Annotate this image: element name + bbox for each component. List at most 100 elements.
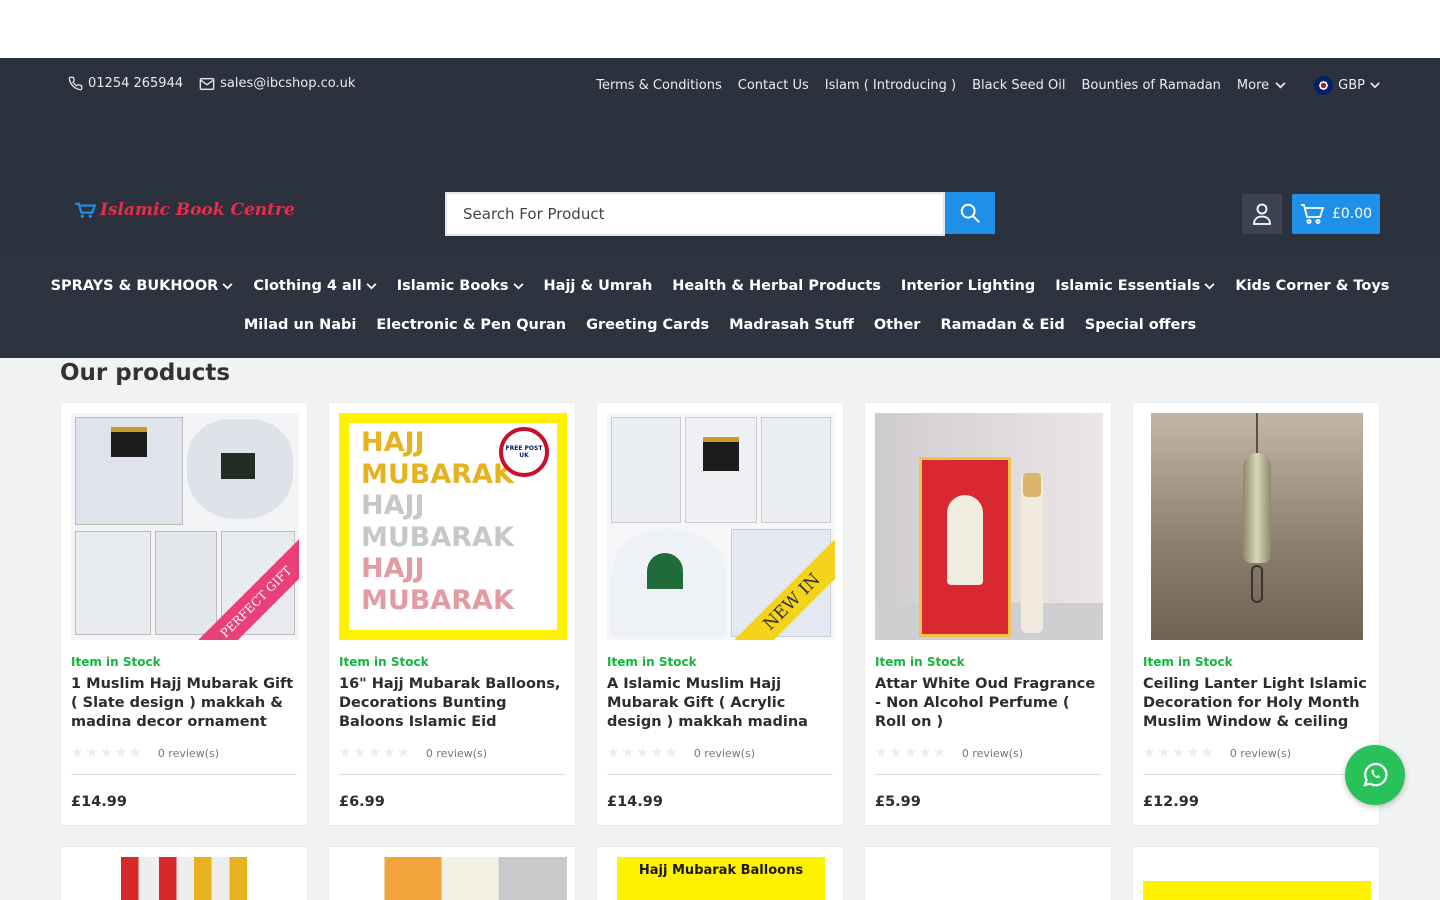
- whatsapp-icon: [1363, 762, 1388, 787]
- product-image[interactable]: PERFECT GIFT: [71, 413, 299, 640]
- balloon-text: HAJJ: [361, 427, 425, 458]
- search-input[interactable]: [445, 192, 945, 236]
- product-card[interactable]: [328, 846, 576, 900]
- product-name[interactable]: 16" Hajj Mubarak Balloons, Decorations B…: [339, 675, 565, 732]
- product-card[interactable]: [864, 846, 1112, 900]
- product-card[interactable]: PERFECT GIFT Item in Stock 1 Muslim Hajj…: [60, 402, 308, 826]
- star-icon: ★: [933, 745, 946, 761]
- star-icon: ★: [353, 745, 367, 761]
- star-icon: ★: [650, 745, 664, 761]
- more-menu-button[interactable]: More: [1237, 78, 1286, 93]
- rating: ★ ★ ★ ★ ★ 0 review(s): [607, 745, 833, 761]
- review-count[interactable]: 0 review(s): [426, 747, 487, 760]
- chevron-down-icon: [1204, 282, 1215, 289]
- product-name[interactable]: A Islamic Muslim Hajj Mubarak Gift ( Acr…: [607, 675, 833, 732]
- product-card[interactable]: Item in Stock Ceiling Lanter Light Islam…: [1132, 402, 1380, 826]
- product-price: £12.99: [1143, 794, 1199, 810]
- product-card[interactable]: Item in Stock Attar White Oud Fragrance …: [864, 402, 1112, 826]
- nav-item-clothing-4-all[interactable]: Clothing 4 all: [253, 278, 377, 294]
- nav-item-label: Ramadan & Eid: [940, 317, 1065, 333]
- nav-item-health-herbal-products[interactable]: Health & Herbal Products: [672, 278, 881, 294]
- nav-item-madrasah-stuff[interactable]: Madrasah Stuff: [729, 317, 854, 333]
- stock-status: Item in Stock: [1143, 655, 1233, 669]
- nav-row-1: SPRAYS & BUKHOOR Clothing 4 all Islamic Bo…: [0, 256, 1440, 294]
- review-count[interactable]: 0 review(s): [158, 747, 219, 760]
- nav-item-islamic-books[interactable]: Islamic Books: [397, 278, 524, 294]
- email-link[interactable]: sales@ibcshop.co.uk: [199, 76, 355, 91]
- section-title: Our products: [60, 360, 231, 386]
- contact-us-link[interactable]: Contact Us: [738, 78, 809, 93]
- product-image[interactable]: [339, 857, 567, 900]
- product-name[interactable]: 1 Muslim Hajj Mubarak Gift ( Slate desig…: [71, 675, 297, 732]
- nav-item-electronic-pen-quran[interactable]: Electronic & Pen Quran: [376, 317, 566, 333]
- nav-item-sprays-bukhoor[interactable]: SPRAYS & BUKHOOR: [51, 278, 234, 294]
- currency-selector[interactable]: GBP: [1314, 76, 1380, 95]
- cart-button[interactable]: £0.00: [1292, 194, 1380, 234]
- black-seed-oil-link[interactable]: Black Seed Oil: [972, 78, 1065, 93]
- product-card[interactable]: HAJJ MUBARAK HAJJ MUBARAK HAJJ MUBARAK F…: [328, 402, 576, 826]
- cart-icon: [1300, 204, 1324, 224]
- nav-item-label: Greeting Cards: [586, 317, 710, 333]
- product-image[interactable]: [1143, 881, 1371, 900]
- product-image[interactable]: Hajj Mubarak Balloons: [617, 857, 825, 900]
- nav-item-special-offers[interactable]: Special offers: [1085, 317, 1196, 333]
- nav-item-milad-un-nabi[interactable]: Milad un Nabi: [244, 317, 357, 333]
- product-price: £14.99: [71, 794, 127, 810]
- nav-item-interior-lighting[interactable]: Interior Lighting: [901, 278, 1035, 294]
- nav-item-label: Interior Lighting: [900, 278, 1036, 294]
- star-icon: ★: [382, 745, 396, 761]
- product-image[interactable]: NEW IN: [607, 413, 835, 640]
- bounties-of-ramadan-link[interactable]: Bounties of Ramadan: [1081, 78, 1220, 93]
- star-icon: ★: [621, 745, 635, 761]
- review-count[interactable]: 0 review(s): [962, 747, 1023, 760]
- product-image[interactable]: [1143, 413, 1371, 640]
- islam-introducing-link[interactable]: Islam ( Introducing ): [825, 78, 956, 93]
- nav-item-label: Islamic Books: [396, 278, 509, 294]
- more-label: More: [1236, 78, 1270, 93]
- nav-row-2: Milad un Nabi Electronic & Pen Quran Greet…: [0, 294, 1440, 333]
- site-header: 01254 265944 sales@ibcshop.co.uk Terms &…: [0, 58, 1440, 358]
- search-button[interactable]: [945, 192, 995, 234]
- product-card[interactable]: [60, 846, 308, 900]
- product-image[interactable]: [121, 857, 247, 900]
- stock-status: Item in Stock: [607, 655, 697, 669]
- product-card[interactable]: [1132, 846, 1380, 900]
- product-image[interactable]: HAJJ MUBARAK HAJJ MUBARAK HAJJ MUBARAK F…: [339, 413, 567, 640]
- divider: [1143, 774, 1369, 775]
- star-icon: ★: [889, 745, 903, 761]
- balloon-text: MUBARAK: [361, 458, 514, 490]
- product-name[interactable]: Attar White Oud Fragrance - Non Alcohol …: [875, 675, 1101, 732]
- nav-item-label: Health & Herbal Products: [672, 278, 881, 294]
- nav-item-islamic-essentials[interactable]: Islamic Essentials: [1055, 278, 1215, 294]
- product-image[interactable]: [875, 857, 1103, 900]
- divider: [339, 774, 565, 775]
- account-button[interactable]: [1242, 194, 1282, 234]
- review-count[interactable]: 0 review(s): [1230, 747, 1291, 760]
- whatsapp-chat-button[interactable]: [1345, 745, 1405, 805]
- nav-item-greeting-cards[interactable]: Greeting Cards: [586, 317, 709, 333]
- phone-link[interactable]: 01254 265944: [68, 76, 183, 91]
- chevron-down-icon: [366, 282, 377, 289]
- rating: ★ ★ ★ ★ ★ 0 review(s): [1143, 745, 1369, 761]
- product-name[interactable]: Ceiling Lanter Light Islamic Decoration …: [1143, 675, 1369, 732]
- nav-item-kids-corner-toys[interactable]: Kids Corner & Toys: [1235, 278, 1389, 294]
- site-logo[interactable]: Islamic Book Centre: [74, 200, 295, 220]
- mail-icon: [199, 77, 215, 90]
- product-card[interactable]: Hajj Mubarak Balloons: [596, 846, 844, 900]
- review-count[interactable]: 0 review(s): [694, 747, 755, 760]
- nav-item-label: SPRAYS & BUKHOOR: [50, 278, 219, 294]
- terms-link[interactable]: Terms & Conditions: [596, 78, 722, 93]
- star-icon: ★: [368, 745, 381, 761]
- product-card[interactable]: NEW IN Item in Stock A Islamic Muslim Ha…: [596, 402, 844, 826]
- nav-item-other[interactable]: Other: [874, 317, 921, 333]
- nav-item-hajj-umrah[interactable]: Hajj & Umrah: [544, 278, 653, 294]
- nav-item-label: Other: [873, 317, 921, 333]
- nav-item-label: Madrasah Stuff: [729, 317, 854, 333]
- star-icon: ★: [1201, 745, 1214, 761]
- nav-item-ramadan-eid[interactable]: Ramadan & Eid: [940, 317, 1064, 333]
- chevron-down-icon: [1370, 82, 1380, 89]
- star-icon: ★: [1172, 745, 1185, 761]
- main-navigation: SPRAYS & BUKHOOR Clothing 4 all Islamic Bo…: [0, 256, 1440, 358]
- star-icon: ★: [918, 745, 932, 761]
- product-image[interactable]: [875, 413, 1103, 640]
